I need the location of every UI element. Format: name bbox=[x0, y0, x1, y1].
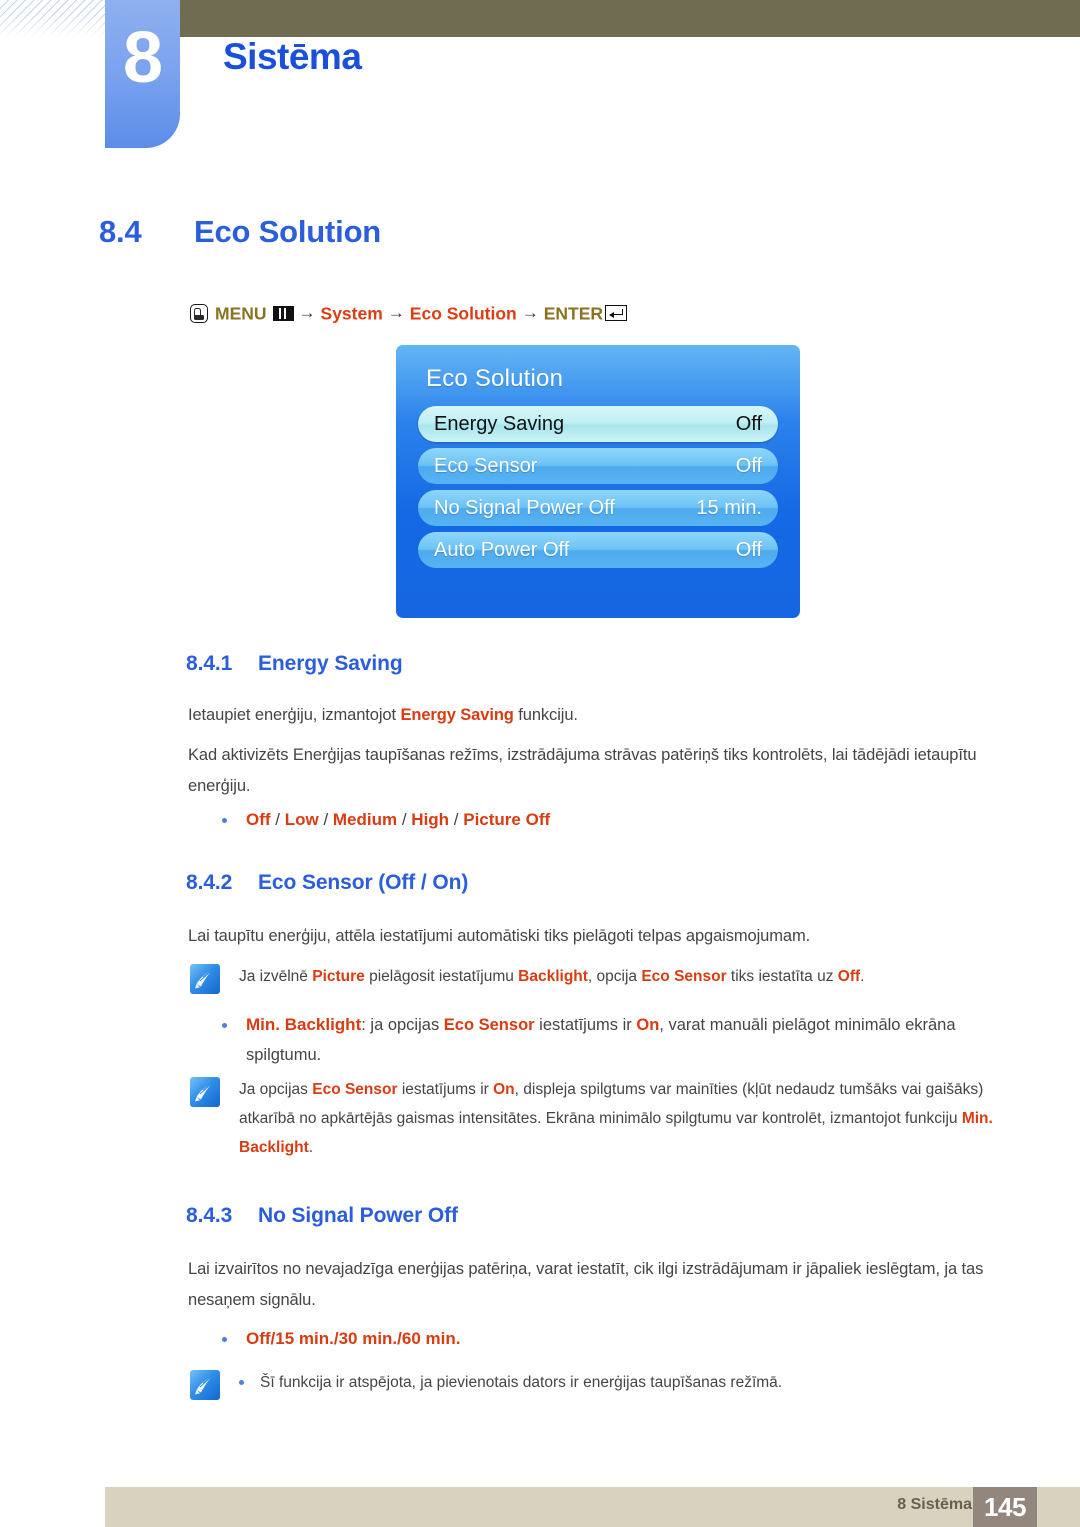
note-pencil-icon bbox=[190, 964, 220, 994]
text-segment: Ietaupiet enerģiju, izmantojot bbox=[188, 706, 401, 724]
bullet-dot bbox=[239, 1380, 244, 1385]
path-arrow-2: → bbox=[387, 303, 405, 323]
highlight-picture: Picture bbox=[312, 968, 365, 985]
osd-row-energy-saving[interactable]: Energy Saving Off bbox=[418, 406, 778, 442]
highlight-on: On bbox=[493, 1081, 515, 1098]
osd-row-auto-power-off[interactable]: Auto Power Off Off bbox=[418, 532, 778, 568]
note-843-text: Šī funkcija ir atspējota, ja pievienotai… bbox=[260, 1374, 783, 1391]
highlight-eco-sensor: Eco Sensor bbox=[443, 1016, 535, 1034]
bullet-dot bbox=[222, 1023, 227, 1028]
osd-row-label: Eco Sensor bbox=[434, 454, 538, 477]
bullet-dot bbox=[222, 1337, 227, 1342]
osd-row-value: Off bbox=[735, 412, 762, 435]
paragraph-841-1: Ietaupiet enerģiju, izmantojot Energy Sa… bbox=[188, 700, 1028, 731]
chapter-number: 8 bbox=[122, 18, 163, 98]
menu-path-breadcrumb: MENU → System → Eco Solution → ENTER bbox=[190, 300, 628, 325]
section-title: 8.4 Eco Solution bbox=[99, 214, 381, 250]
option-picture-off: Picture Off bbox=[463, 810, 551, 829]
text-segment: pielāgosit iestatījumu bbox=[364, 968, 519, 985]
path-arrow-3: → bbox=[521, 303, 539, 323]
option-off: Off bbox=[246, 810, 271, 829]
osd-row-eco-sensor[interactable]: Eco Sensor Off bbox=[418, 448, 778, 484]
subsection-title-842: 8.4.2 Eco Sensor (Off / On) bbox=[186, 871, 468, 895]
note-pencil-icon bbox=[190, 1077, 220, 1107]
menu-label: MENU bbox=[215, 303, 267, 324]
paragraph-842-1: Lai taupītu enerģiju, attēla iestatījumi… bbox=[188, 927, 811, 945]
osd-row-label: No Signal Power Off bbox=[434, 496, 615, 519]
osd-row-value: Off bbox=[735, 538, 762, 561]
note-842-1: Ja izvēlnē Picture pielāgosit iestatījum… bbox=[190, 962, 1035, 994]
text-segment: , opcija bbox=[587, 968, 642, 985]
note-843: Šī funkcija ir atspējota, ja pievienotai… bbox=[190, 1368, 1035, 1400]
subsection-number-842: 8.4.2 bbox=[186, 871, 233, 894]
osd-row-label: Auto Power Off bbox=[434, 538, 570, 561]
osd-row-no-signal-power-off[interactable]: No Signal Power Off 15 min. bbox=[418, 490, 778, 526]
text-segment: iestatījums ir bbox=[397, 1081, 494, 1098]
note-842-2-text: Ja opcijas Eco Sensor iestatījums ir On,… bbox=[239, 1075, 1035, 1162]
footer-chapter-label: 8 Sistēma bbox=[897, 1496, 972, 1513]
subsection-title-841: 8.4.1 Energy Saving bbox=[186, 652, 403, 676]
chapter-title: Sistēma bbox=[223, 36, 362, 77]
section-number: 8.4 bbox=[99, 214, 142, 249]
note-842-2: Ja opcijas Eco Sensor iestatījums ir On,… bbox=[190, 1075, 1035, 1162]
path-eco-solution: Eco Solution bbox=[409, 303, 517, 324]
osd-row-label: Energy Saving bbox=[434, 412, 565, 435]
text-segment: Ja opcijas bbox=[239, 1081, 313, 1098]
chapter-tab: 8 bbox=[105, 0, 180, 148]
subsection-title-843: 8.4.3 No Signal Power Off bbox=[186, 1204, 458, 1228]
footer-page-number: 145 bbox=[973, 1487, 1037, 1527]
paragraph-843-1: Lai izvairītos no nevajadzīga enerģijas … bbox=[188, 1260, 984, 1309]
osd-menu-title: Eco Solution bbox=[426, 365, 564, 392]
highlight-eco-sensor: Eco Sensor bbox=[312, 1081, 398, 1098]
bullet-842-text: Min. Backlight: ja opcijas Eco Sensor ie… bbox=[246, 1010, 1022, 1070]
text-segment: tiks iestatīta uz bbox=[726, 968, 838, 985]
subsection-number-843: 8.4.3 bbox=[186, 1204, 233, 1227]
bullet-843-text: Off/15 min./30 min./60 min. bbox=[246, 1329, 461, 1348]
highlight-off: Off bbox=[837, 968, 861, 985]
bullet-dot bbox=[222, 818, 227, 823]
header-khaki-bar bbox=[180, 0, 1080, 37]
note-pencil-icon bbox=[190, 1370, 220, 1400]
text-segment: iestatījums ir bbox=[534, 1016, 637, 1034]
path-arrow-1: → bbox=[298, 303, 316, 323]
bullet-841-text: Off / Low / Medium / High / Picture Off bbox=[246, 810, 551, 829]
highlight-eco-sensor: Eco Sensor bbox=[641, 968, 727, 985]
highlight-min-backlight: Min. Backlight bbox=[246, 1015, 362, 1034]
option-high: High bbox=[411, 810, 450, 829]
section-title-text: Eco Solution bbox=[194, 214, 382, 249]
bullet-842-min-backlight: Min. Backlight: ja opcijas Eco Sensor ie… bbox=[222, 1010, 1022, 1070]
text-segment: Ja izvēlnē bbox=[239, 968, 313, 985]
highlight-energy-saving: Energy Saving bbox=[400, 706, 514, 724]
subsection-title-text-842: Eco Sensor (Off / On) bbox=[258, 871, 469, 894]
hand-press-icon bbox=[190, 303, 208, 323]
highlight-backlight: Backlight bbox=[518, 968, 588, 985]
option-low: Low bbox=[284, 810, 319, 829]
paragraph-841-2: Kad aktivizēts Enerģijas taupīšanas režī… bbox=[188, 746, 977, 795]
subsection-number-841: 8.4.1 bbox=[186, 652, 233, 675]
subsection-title-text-843: No Signal Power Off bbox=[258, 1204, 458, 1227]
enter-label: ENTER bbox=[543, 303, 604, 324]
decorative-hatch-pattern bbox=[0, 0, 108, 37]
highlight-on: On bbox=[636, 1016, 660, 1034]
enter-key-icon bbox=[605, 305, 628, 322]
option-medium: Medium bbox=[332, 810, 398, 829]
text-segment: funkciju. bbox=[513, 706, 578, 724]
bullet-841-options: Off / Low / Medium / High / Picture Off bbox=[222, 805, 1022, 835]
page-header: 8 Sistēma bbox=[0, 0, 1080, 160]
note-842-1-text: Ja izvēlnē Picture pielāgosit iestatījum… bbox=[239, 962, 864, 991]
text-segment: : ja opcijas bbox=[361, 1016, 444, 1034]
bullet-843-options: Off/15 min./30 min./60 min. bbox=[222, 1324, 1022, 1354]
osd-eco-solution-menu: Eco Solution Energy Saving Off Eco Senso… bbox=[396, 345, 800, 618]
menu-grid-icon bbox=[272, 305, 294, 321]
osd-row-value: 15 min. bbox=[696, 496, 762, 519]
path-system: System bbox=[320, 303, 383, 324]
text-segment: . bbox=[308, 1139, 314, 1156]
subsection-title-text-841: Energy Saving bbox=[258, 652, 403, 675]
osd-row-value: Off bbox=[735, 454, 762, 477]
text-segment: . bbox=[860, 968, 865, 985]
